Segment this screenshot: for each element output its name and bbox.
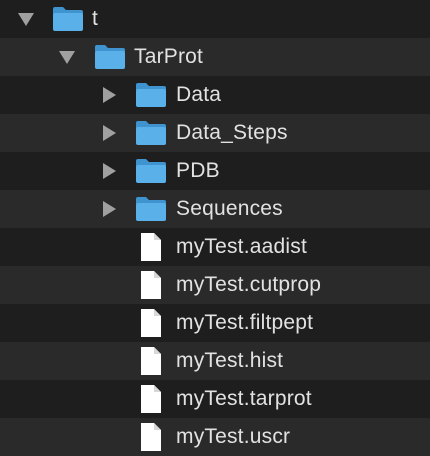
tree-row-label: myTest.hist — [176, 349, 284, 372]
document-icon — [135, 342, 167, 380]
tree-row-data[interactable]: Data — [0, 76, 430, 114]
tree-row-data-steps[interactable]: Data_Steps — [0, 114, 430, 152]
disclosure-collapsed-icon[interactable] — [97, 76, 121, 114]
tree-row-pdb[interactable]: PDB — [0, 152, 430, 190]
disclosure-expanded-icon[interactable] — [55, 38, 79, 76]
folder-icon — [135, 152, 167, 190]
document-icon — [135, 266, 167, 304]
tree-row-label: t — [92, 7, 99, 30]
document-icon — [135, 304, 167, 342]
disclosure-collapsed-icon[interactable] — [97, 190, 121, 228]
folder-icon — [52, 0, 84, 38]
tree-row-sequences[interactable]: Sequences — [0, 190, 430, 228]
tree-row-file[interactable]: myTest.uscr — [0, 418, 430, 456]
disclosure-collapsed-icon[interactable] — [97, 114, 121, 152]
tree-row-file[interactable]: myTest.hist — [0, 342, 430, 380]
tree-row-file[interactable]: myTest.filtpept — [0, 304, 430, 342]
document-icon — [135, 380, 167, 418]
tree-row-tarprot[interactable]: TarProt — [0, 38, 430, 76]
file-tree: t TarProt Data Data_Steps PDB Sequences … — [0, 0, 430, 456]
tree-row-file[interactable]: myTest.cutprop — [0, 266, 430, 304]
tree-row-label: Sequences — [176, 197, 283, 220]
tree-row-label: myTest.aadist — [176, 235, 307, 258]
disclosure-collapsed-icon[interactable] — [97, 152, 121, 190]
folder-icon — [94, 38, 126, 76]
tree-row-label: myTest.cutprop — [176, 273, 322, 296]
tree-row-label: Data_Steps — [176, 121, 288, 144]
folder-icon — [135, 190, 167, 228]
document-icon — [135, 228, 167, 266]
tree-row-t[interactable]: t — [0, 0, 430, 38]
tree-row-label: TarProt — [134, 45, 204, 68]
tree-row-label: Data — [176, 83, 222, 106]
tree-row-label: myTest.uscr — [176, 425, 291, 448]
tree-row-label: myTest.tarprot — [176, 387, 312, 410]
tree-row-label: PDB — [176, 159, 220, 182]
tree-row-file[interactable]: myTest.aadist — [0, 228, 430, 266]
tree-row-label: myTest.filtpept — [176, 311, 314, 334]
document-icon — [135, 418, 167, 456]
folder-icon — [135, 114, 167, 152]
disclosure-expanded-icon[interactable] — [14, 0, 38, 38]
folder-icon — [135, 76, 167, 114]
tree-row-file[interactable]: myTest.tarprot — [0, 380, 430, 418]
